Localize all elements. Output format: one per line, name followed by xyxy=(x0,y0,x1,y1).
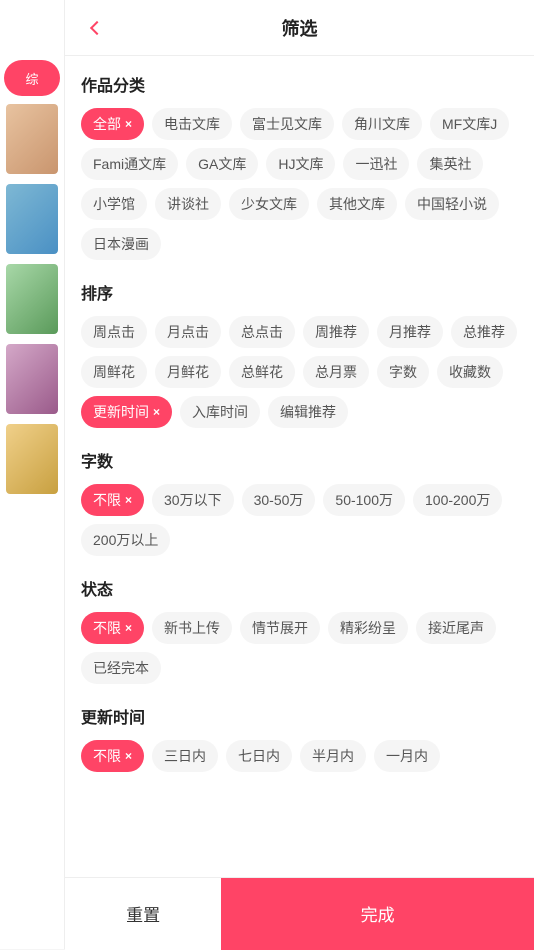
close-icon: × xyxy=(153,405,160,419)
tag-jiaochwenku[interactable]: 角川文库 xyxy=(342,108,422,140)
tag-wordcount-30-50w[interactable]: 30-50万 xyxy=(242,484,316,516)
section-update-time-title: 更新时间 xyxy=(81,704,518,728)
tag-xiaoxueguan[interactable]: 小学馆 xyxy=(81,188,147,220)
tag-update-7days[interactable]: 七日内 xyxy=(226,740,292,772)
section-category: 作品分类 全部 × 电击文库 富士见文库 角川文库 MF文库J Fami通文库 … xyxy=(81,72,518,260)
wordcount-tags: 不限 × 30万以下 30-50万 50-100万 100-200万 200万以… xyxy=(81,484,518,556)
back-button[interactable] xyxy=(81,12,113,44)
tag-mfwenkuj[interactable]: MF文库J xyxy=(430,108,509,140)
confirm-button[interactable]: 完成 xyxy=(221,878,534,950)
sidebar-book-4 xyxy=(6,344,58,414)
sidebar-book-3 xyxy=(6,264,58,334)
tag-wordcount-100-200w[interactable]: 100-200万 xyxy=(413,484,502,516)
tag-gawenku[interactable]: GA文库 xyxy=(186,148,258,180)
tag-famiwenku[interactable]: Fami通文库 xyxy=(81,148,178,180)
tag-update-1month[interactable]: 一月内 xyxy=(374,740,440,772)
tag-dianjiwenku[interactable]: 电击文库 xyxy=(152,108,232,140)
tag-zhou-recommend[interactable]: 周推荐 xyxy=(303,316,369,348)
section-wordcount: 字数 不限 × 30万以下 30-50万 50-100万 100-200万 20… xyxy=(81,448,518,556)
tag-jiyingshe[interactable]: 集英社 xyxy=(417,148,483,180)
tag-update-halfmonth[interactable]: 半月内 xyxy=(300,740,366,772)
panel-title: 筛选 xyxy=(282,15,318,41)
tag-zhou-click[interactable]: 周点击 xyxy=(81,316,147,348)
filter-panel: 筛选 作品分类 全部 × 电击文库 富士见文库 角川文库 MF文库J Fami通… xyxy=(65,0,534,949)
status-tags: 不限 × 新书上传 情节展开 精彩纷呈 接近尾声 已经完本 xyxy=(81,612,518,684)
panel-footer: 重置 完成 xyxy=(65,877,534,949)
close-icon: × xyxy=(125,749,132,763)
tag-hjwenku[interactable]: HJ文库 xyxy=(266,148,335,180)
tag-status-complete[interactable]: 已经完本 xyxy=(81,652,161,684)
section-update-time: 更新时间 不限 × 三日内 七日内 半月内 一月内 xyxy=(81,704,518,772)
sidebar: 综 xyxy=(0,0,65,949)
tag-wordcount-unlimited[interactable]: 不限 × xyxy=(81,484,144,516)
tag-shaonuwenku[interactable]: 少女文库 xyxy=(229,188,309,220)
tag-update-3days[interactable]: 三日内 xyxy=(152,740,218,772)
category-tags: 全部 × 电击文库 富士见文库 角川文库 MF文库J Fami通文库 GA文库 … xyxy=(81,108,518,260)
section-sort-title: 排序 xyxy=(81,280,518,304)
tag-update-time[interactable]: 更新时间 × xyxy=(81,396,172,428)
tag-status-plot[interactable]: 情节展开 xyxy=(240,612,320,644)
section-sort: 排序 周点击 月点击 总点击 周推荐 月推荐 总推荐 周鲜花 月鲜花 总鲜花 总… xyxy=(81,280,518,428)
sort-tags: 周点击 月点击 总点击 周推荐 月推荐 总推荐 周鲜花 月鲜花 总鲜花 总月票 … xyxy=(81,316,518,428)
tag-ruku-time[interactable]: 入库时间 xyxy=(180,396,260,428)
section-wordcount-title: 字数 xyxy=(81,448,518,472)
section-status: 状态 不限 × 新书上传 情节展开 精彩纷呈 接近尾声 已经完本 xyxy=(81,576,518,684)
tag-status-unlimited[interactable]: 不限 × xyxy=(81,612,144,644)
tag-yue-flower[interactable]: 月鲜花 xyxy=(155,356,221,388)
tag-status-ending[interactable]: 接近尾声 xyxy=(416,612,496,644)
tag-yue-click[interactable]: 月点击 xyxy=(155,316,221,348)
sidebar-tab-zong[interactable]: 综 xyxy=(4,60,60,96)
tag-quanbu[interactable]: 全部 × xyxy=(81,108,144,140)
sidebar-book-2 xyxy=(6,184,58,254)
reset-button[interactable]: 重置 xyxy=(65,878,221,950)
close-icon: × xyxy=(125,493,132,507)
close-icon: × xyxy=(125,621,132,635)
tag-jiangtangshe[interactable]: 讲谈社 xyxy=(155,188,221,220)
update-time-tags: 不限 × 三日内 七日内 半月内 一月内 xyxy=(81,740,518,772)
sidebar-book-1 xyxy=(6,104,58,174)
section-category-title: 作品分类 xyxy=(81,72,518,96)
panel-header: 筛选 xyxy=(65,0,534,56)
tag-status-new[interactable]: 新书上传 xyxy=(152,612,232,644)
tag-zong-click[interactable]: 总点击 xyxy=(229,316,295,348)
tag-wordcount-50-100w[interactable]: 50-100万 xyxy=(323,484,405,516)
tag-fujianwenku[interactable]: 富士见文库 xyxy=(240,108,334,140)
tag-zhongguoqingxiaoshuo[interactable]: 中国轻小说 xyxy=(405,188,499,220)
tag-zong-flower[interactable]: 总鲜花 xyxy=(229,356,295,388)
section-status-title: 状态 xyxy=(81,576,518,600)
tag-yixunshe[interactable]: 一迅社 xyxy=(343,148,409,180)
tag-update-unlimited[interactable]: 不限 × xyxy=(81,740,144,772)
tag-qitawenku[interactable]: 其他文库 xyxy=(317,188,397,220)
tag-zhou-flower[interactable]: 周鲜花 xyxy=(81,356,147,388)
tag-zishu[interactable]: 字数 xyxy=(377,356,429,388)
back-icon xyxy=(90,20,104,34)
close-icon: × xyxy=(125,117,132,131)
tag-ribenmanhua[interactable]: 日本漫画 xyxy=(81,228,161,260)
tag-zong-recommend[interactable]: 总推荐 xyxy=(451,316,517,348)
tag-wordcount-200w[interactable]: 200万以上 xyxy=(81,524,170,556)
sidebar-book-5 xyxy=(6,424,58,494)
tag-editor-recommend[interactable]: 编辑推荐 xyxy=(268,396,348,428)
panel-content: 作品分类 全部 × 电击文库 富士见文库 角川文库 MF文库J Fami通文库 … xyxy=(65,56,534,877)
tag-zong-yuepiao[interactable]: 总月票 xyxy=(303,356,369,388)
tag-status-exciting[interactable]: 精彩纷呈 xyxy=(328,612,408,644)
tag-wordcount-30w[interactable]: 30万以下 xyxy=(152,484,234,516)
tag-shoucang[interactable]: 收藏数 xyxy=(437,356,503,388)
tag-yue-recommend[interactable]: 月推荐 xyxy=(377,316,443,348)
